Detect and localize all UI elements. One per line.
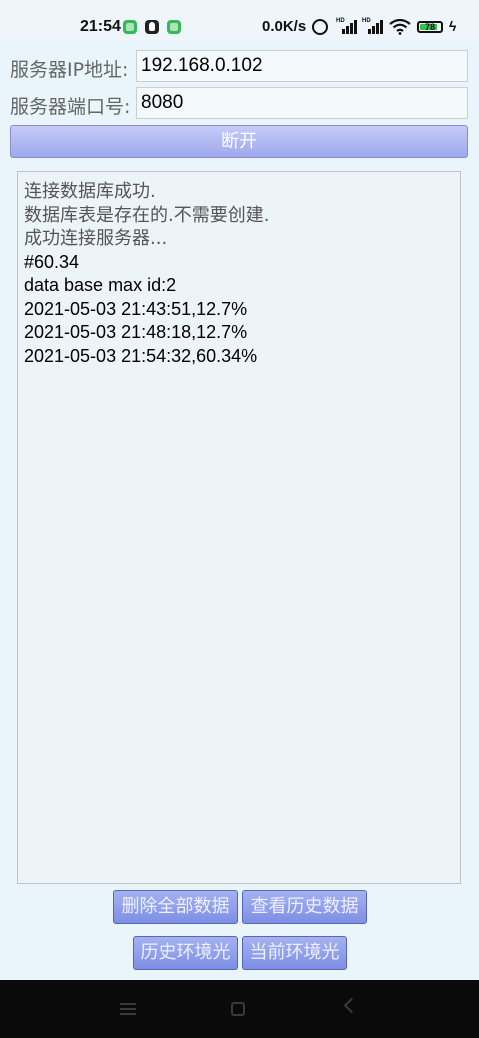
signal-hd-icon: HD	[362, 18, 384, 34]
ip-input[interactable]	[136, 50, 468, 82]
port-label: 服务器端口号:	[10, 96, 131, 118]
ip-label: 服务器IP地址:	[10, 59, 129, 81]
log-line: data base max id:2	[24, 275, 177, 295]
port-input[interactable]	[136, 87, 468, 119]
log-textarea[interactable]: 连接数据库成功. 数据库表是存在的.不需要创建. 成功连接服务器... #60.…	[17, 171, 461, 884]
status-time: 21:54	[80, 18, 121, 35]
log-line: 连接数据库成功.	[24, 181, 156, 202]
alarm-icon	[312, 19, 328, 35]
app-green-icon	[167, 20, 181, 34]
menu-icon[interactable]	[120, 1002, 136, 1016]
ip-row: 服务器IP地址:	[10, 50, 469, 82]
navigation-bar	[0, 980, 479, 1038]
back-icon[interactable]	[343, 997, 360, 1014]
home-icon[interactable]	[231, 1002, 245, 1016]
signal-hd-icon: HD	[336, 18, 358, 34]
net-speed: 0.0K/s	[262, 18, 307, 35]
history-light-button[interactable]: 历史环境光	[133, 936, 238, 970]
charging-icon: ϟ	[449, 18, 457, 34]
disconnect-button[interactable]: 断开	[10, 125, 468, 158]
wifi-icon	[389, 19, 411, 35]
battery-level: 78	[424, 22, 435, 32]
view-history-data-button[interactable]: 查看历史数据	[242, 890, 367, 924]
log-line: 数据库表是存在的.不需要创建.	[24, 204, 270, 226]
log-line: #60.34	[24, 251, 80, 272]
delete-all-data-button[interactable]: 删除全部数据	[113, 890, 238, 924]
log-line: 成功连接服务器...	[24, 228, 168, 249]
log-line: 2021-05-03 21:54:32,60.34%	[24, 345, 258, 366]
qq-icon	[145, 20, 159, 34]
log-line: 2021-05-03 21:48:18,12.7%	[24, 322, 248, 342]
log-line: 2021-05-03 21:43:51,12.7%	[24, 298, 248, 319]
app-screen: 服务器IP地址: 服务器端口号: 断开 连接数据库成功. 数据库表是存在的.不需…	[0, 40, 479, 980]
battery-icon: 78	[417, 21, 443, 33]
app-green-icon	[123, 20, 137, 34]
status-bar: 21:54 0.0K/s HD HD 78 ϟ	[0, 0, 479, 40]
current-light-button[interactable]: 当前环境光	[242, 936, 347, 970]
port-row: 服务器端口号:	[10, 87, 469, 119]
